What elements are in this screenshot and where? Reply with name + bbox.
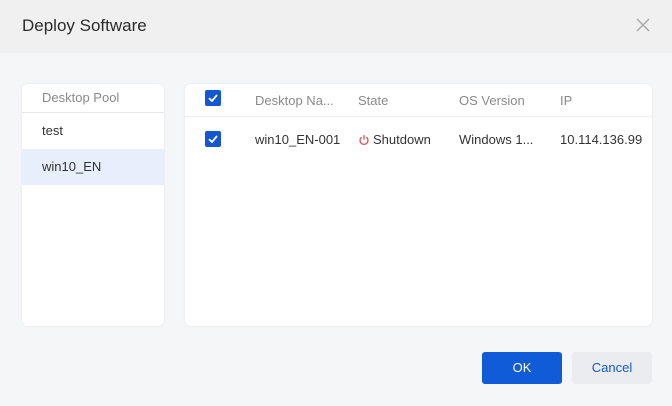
dialog-header: Deploy Software — [0, 0, 672, 53]
select-all-checkbox[interactable] — [205, 90, 221, 106]
row-checkbox[interactable] — [205, 131, 221, 147]
state-cell: Shutdown — [358, 132, 431, 147]
column-header-desktop-name[interactable]: Desktop Na... — [255, 93, 334, 108]
dialog-title: Deploy Software — [22, 16, 147, 35]
power-icon — [359, 134, 369, 145]
cancel-button[interactable]: Cancel — [572, 352, 652, 384]
os-version-cell: Windows 1... — [459, 132, 534, 147]
desktop-table: Desktop Na... State OS Version IP win10_… — [185, 84, 652, 326]
header-divider — [185, 116, 652, 117]
state-label: Shutdown — [373, 132, 431, 147]
pool-item-test[interactable]: test — [22, 113, 164, 149]
close-button[interactable] — [632, 14, 654, 36]
column-header-os-version[interactable]: OS Version — [459, 93, 525, 108]
pool-item-label: test — [42, 123, 63, 138]
desktop-name-cell: win10_EN-001 — [255, 132, 341, 147]
desktop-pool-header-label: Desktop Pool — [42, 90, 120, 105]
check-icon — [208, 135, 218, 144]
ok-button[interactable]: OK — [482, 352, 562, 384]
pool-item-label: win10_EN — [42, 159, 102, 174]
column-header-ip[interactable]: IP — [560, 93, 572, 108]
ip-cell: 10.114.136.99 — [560, 132, 643, 147]
column-header-state[interactable]: State — [358, 93, 388, 108]
close-icon — [636, 18, 650, 32]
desktop-pool-panel: Desktop Pool test win10_EN — [22, 84, 164, 326]
check-icon — [208, 94, 218, 103]
deploy-software-dialog: Deploy Software Desktop Pool test win10_… — [0, 0, 672, 406]
pool-item-win10-en[interactable]: win10_EN — [22, 149, 164, 185]
desktop-pool-header: Desktop Pool — [22, 84, 164, 113]
